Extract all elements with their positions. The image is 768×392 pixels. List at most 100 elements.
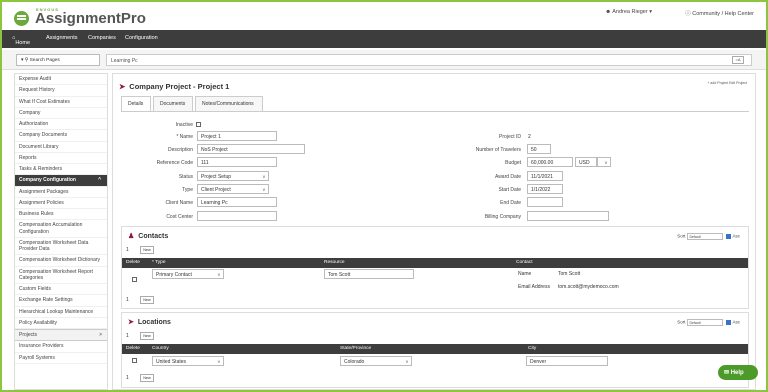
sidebar-subitem[interactable]: Custom Fields <box>15 284 107 296</box>
sidebar-item-company-configuration[interactable]: Company Configuration <box>15 175 107 187</box>
top-header: ENVOUS AssignmentPro ☻ Andrea Rieger ▾ ⓘ… <box>2 2 766 30</box>
sidebar-item[interactable]: Payroll Systems <box>15 353 107 364</box>
contacts-new-button[interactable]: New <box>140 246 154 254</box>
locations-col-city: City <box>528 346 537 351</box>
type-select[interactable]: Client Project <box>197 184 269 194</box>
locations-table-header: Delete Country State/Province City <box>122 344 748 354</box>
main-nav: ⌂ Home Assignments Companies Configurati… <box>2 30 766 48</box>
nav-configuration[interactable]: Configuration <box>125 35 158 41</box>
sidebar-item[interactable]: Expense Audit <box>15 74 107 86</box>
sidebar-subitem[interactable]: Assignment Policies <box>15 198 107 209</box>
end-date-label: End Date <box>500 200 521 206</box>
nav-home[interactable]: ⌂ Home <box>12 35 30 46</box>
nav-companies[interactable]: Companies <box>88 35 116 41</box>
sidebar-item[interactable]: Tasks & Reminders <box>15 164 107 176</box>
page-actions[interactable]: + add Project Edit Project <box>707 81 747 85</box>
status-select[interactable]: Project Setup <box>197 171 269 181</box>
tab-documents[interactable]: Documents <box>153 96 193 112</box>
description-field[interactable]: NoS Project <box>197 144 305 154</box>
client-label: Client Name <box>165 200 193 206</box>
user-menu[interactable]: ☻ Andrea Rieger ▾ <box>605 9 652 15</box>
locations-asc-checkbox[interactable] <box>726 320 732 325</box>
sidebar-item[interactable]: Document Library <box>15 142 107 153</box>
contacts-sort[interactable]: Sort Default Asc <box>677 233 740 240</box>
sidebar-item[interactable]: Request History <box>15 85 107 97</box>
nav-assignments[interactable]: Assignments <box>46 35 78 41</box>
locations-icon: ➤ <box>128 319 134 326</box>
budget-field[interactable]: 60,000.00 <box>527 157 573 167</box>
location-delete-checkbox[interactable] <box>132 358 137 363</box>
travelers-field[interactable]: 50 <box>527 144 551 154</box>
contact-resource-field[interactable]: Tom Scott <box>324 269 414 279</box>
end-date-field[interactable] <box>527 197 563 207</box>
inactive-label: Inactive <box>175 122 193 128</box>
sidebar-subitem[interactable]: Hierarchical Lookup Maintenance <box>15 307 107 318</box>
location-country-select[interactable]: United States <box>152 356 224 366</box>
tab-divider <box>121 111 749 112</box>
sidebar-subitem[interactable]: Compensation Accumulation Configuration <box>15 220 107 238</box>
main-panel: ➤ Company Project - Project 1 + add Proje… <box>112 73 756 390</box>
sidebar-subitem[interactable]: Business Rules <box>15 209 107 221</box>
start-date-field[interactable]: 1/1/2022 <box>527 184 563 194</box>
sidebar-item[interactable]: What If Cost Estimates <box>15 97 107 108</box>
cost-center-field[interactable] <box>197 211 277 221</box>
contacts-sort-select[interactable]: Default <box>687 233 724 240</box>
sidebar-subitem[interactable]: Exchange Rate Settings <box>15 295 107 307</box>
reference-field[interactable]: 111 <box>197 157 277 167</box>
contacts-col-delete: Delete <box>126 260 140 265</box>
sidebar-item[interactable]: Company Documents <box>15 130 107 142</box>
help-button[interactable]: ✉ Help <box>718 365 758 380</box>
sidebar-item[interactable]: Insurance Providers <box>15 341 107 353</box>
currency-dropdown[interactable] <box>597 157 611 167</box>
award-date-field[interactable]: 11/1/2021 <box>527 171 563 181</box>
contacts-page-number-bottom[interactable]: 1 <box>126 297 129 303</box>
contacts-col-resource: Resource <box>324 260 345 265</box>
project-id-value: 2 <box>528 134 531 140</box>
status-label: Status <box>178 174 193 180</box>
help-center-link[interactable]: ⓘ Community / Help Center <box>685 9 754 17</box>
locations-sort[interactable]: Sort Default Asc <box>677 319 740 326</box>
client-field[interactable]: Learning Pc <box>197 197 277 207</box>
sidebar-subitem[interactable]: Assignment Packages <box>15 187 107 198</box>
inactive-checkbox[interactable] <box>196 122 201 127</box>
contacts-asc-checkbox[interactable] <box>726 234 732 239</box>
locations-page-number-bottom[interactable]: 1 <box>126 375 129 381</box>
locations-page-number[interactable]: 1 <box>126 333 129 339</box>
contacts-new-button-bottom[interactable]: New <box>140 296 154 304</box>
name-field[interactable]: Project 1 <box>197 131 277 141</box>
brand-logo[interactable]: AssignmentPro <box>35 10 146 27</box>
contacts-page-number[interactable]: 1 <box>126 247 129 253</box>
cost-center-label: Cost Center <box>166 214 193 220</box>
nav-home-label: Home <box>15 40 30 46</box>
sidebar-item[interactable]: Company <box>15 108 107 119</box>
locations-new-button-bottom[interactable]: New <box>140 374 154 382</box>
sidebar-item[interactable]: Authorization <box>15 119 107 131</box>
search-placeholder: Search Pages <box>29 58 60 63</box>
sidebar-subitem[interactable]: Policy Availability <box>15 318 107 329</box>
sidebar-subitem[interactable]: Compensation Worksheet Dictionary <box>15 255 107 267</box>
contact-name-label: Name <box>518 271 532 277</box>
tab-notes[interactable]: Notes/Communications <box>195 96 263 112</box>
locations-sort-label: Sort <box>677 319 686 325</box>
page-title: ➤ Company Project - Project 1 <box>119 82 229 91</box>
location-state-select[interactable]: Colorado <box>340 356 412 366</box>
tab-details[interactable]: Details <box>121 96 151 112</box>
sidebar-subitem[interactable]: Compensation Worksheet Data Provider Dat… <box>15 238 107 256</box>
locations-new-button[interactable]: New <box>140 332 154 340</box>
search-input[interactable]: ▾ ⚲ Search Pages <box>16 54 100 66</box>
sidebar-subitem[interactable]: Compensation Worksheet Report Categories <box>15 267 107 284</box>
contact-delete-checkbox[interactable] <box>132 277 137 282</box>
breadcrumb-button[interactable]: =A <box>732 56 744 64</box>
contacts-title: ♟ Contacts <box>128 232 168 240</box>
sidebar-item[interactable]: Reports <box>15 153 107 164</box>
currency-field[interactable]: USD <box>575 157 597 167</box>
contact-email-value: tom.scott@mydemoco.com <box>558 284 619 290</box>
sidebar: Expense Audit Request History What If Cost… <box>14 73 108 390</box>
locations-section: ➤ Locations Sort Default Asc 1 New Delete C… <box>121 312 749 388</box>
contact-type-select[interactable]: Primary Contact <box>152 269 224 279</box>
award-date-label: Award Date <box>494 174 521 180</box>
sidebar-item-projects[interactable]: Projects <box>15 329 107 342</box>
billing-field[interactable] <box>527 211 609 221</box>
locations-sort-select[interactable]: Default <box>687 319 724 326</box>
location-city-field[interactable]: Denver <box>526 356 608 366</box>
